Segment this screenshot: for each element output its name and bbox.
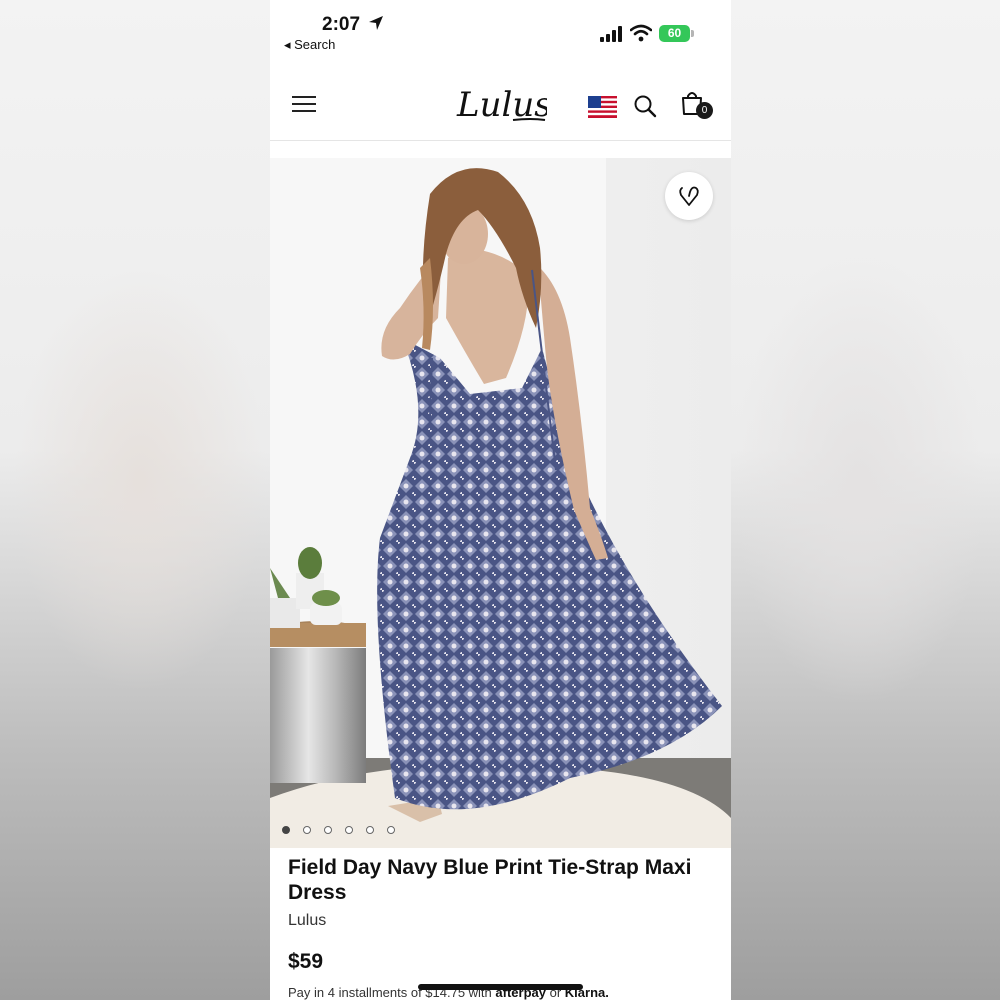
back-to-search-link[interactable]: ◂ Search <box>284 37 335 53</box>
carousel-dot[interactable] <box>282 826 290 834</box>
search-icon[interactable] <box>633 94 657 118</box>
product-brand[interactable]: Lulus <box>288 912 326 930</box>
product-photo <box>270 158 731 848</box>
battery-level: 60 <box>659 25 690 42</box>
product-price: $59 <box>288 950 324 973</box>
carousel-dot[interactable] <box>387 826 395 834</box>
carousel-dot[interactable] <box>345 826 353 834</box>
carousel-dot[interactable] <box>303 826 311 834</box>
battery-cap <box>691 30 694 37</box>
product-title: Field Day Navy Blue Print Tie-Strap Maxi… <box>288 856 692 904</box>
heart-icon <box>679 186 699 206</box>
carousel-dot[interactable] <box>366 826 374 834</box>
lulus-logo[interactable]: Lulus <box>455 82 547 126</box>
cellular-signal-icon <box>600 26 622 42</box>
status-time: 2:07 <box>322 14 361 35</box>
carousel-dot[interactable] <box>324 826 332 834</box>
shopping-bag-button[interactable]: 0 <box>680 90 714 124</box>
phone-screen: 2:07 ◂ Search 60 Lulus 0 Field Day Navy … <box>270 0 731 1000</box>
product-image[interactable] <box>270 158 731 848</box>
hamburger-menu-icon[interactable] <box>292 94 316 114</box>
wifi-icon <box>630 24 652 42</box>
location-arrow-icon <box>369 16 383 30</box>
status-bar: 2:07 ◂ Search 60 <box>270 0 731 60</box>
add-to-wishlist-button[interactable] <box>665 172 713 220</box>
site-header: Lulus 0 <box>270 72 731 141</box>
battery-icon: 60 <box>659 25 695 43</box>
us-flag-icon[interactable] <box>588 96 617 118</box>
cart-count-badge: 0 <box>696 102 713 119</box>
home-indicator[interactable] <box>418 984 583 990</box>
